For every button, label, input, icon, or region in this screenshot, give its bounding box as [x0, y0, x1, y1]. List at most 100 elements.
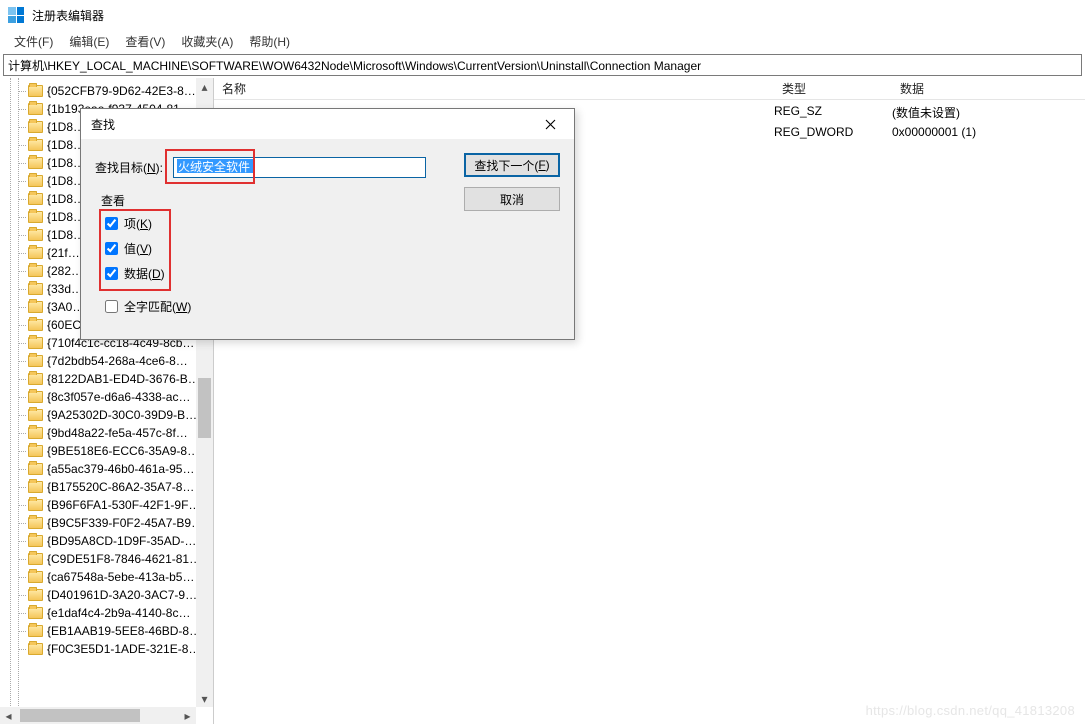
- tree-item-label: {e1daf4c4-2b9a-4140-8c…: [47, 606, 190, 620]
- folder-icon: [28, 589, 43, 601]
- folder-icon: [28, 139, 43, 151]
- cell-data: (数值未设置): [892, 104, 960, 121]
- scroll-down-icon[interactable]: ▾: [196, 690, 213, 707]
- tree-item[interactable]: {8122DAB1-ED4D-3676-B…: [0, 370, 213, 388]
- tree-item[interactable]: {9A25302D-30C0-39D9-B…: [0, 406, 213, 424]
- checkbox-whole-word[interactable]: 全字匹配(W): [105, 298, 560, 315]
- folder-icon: [28, 373, 43, 385]
- column-data[interactable]: 数据: [892, 78, 1085, 99]
- folder-icon: [28, 499, 43, 511]
- folder-icon: [28, 553, 43, 565]
- tree-item[interactable]: {9BE518E6-ECC6-35A9-8…: [0, 442, 213, 460]
- tree-item-label: {BD95A8CD-1D9F-35AD-…: [47, 534, 196, 548]
- cell-data: 0x00000001 (1): [892, 125, 976, 139]
- tree-item[interactable]: {BD95A8CD-1D9F-35AD-…: [0, 532, 213, 550]
- tree-item[interactable]: {7d2bdb54-268a-4ce6-8…: [0, 352, 213, 370]
- checkbox-keys[interactable]: 项(K): [105, 215, 560, 232]
- menu-file[interactable]: 文件(F): [6, 31, 61, 52]
- tree-item-label: {052CFB79-9D62-42E3-8…: [47, 84, 196, 98]
- folder-icon: [28, 409, 43, 421]
- tree-item[interactable]: {a55ac379-46b0-461a-95…: [0, 460, 213, 478]
- folder-icon: [28, 211, 43, 223]
- checkbox-data-input[interactable]: [105, 267, 118, 280]
- app-icon: [8, 7, 24, 23]
- folder-icon: [28, 463, 43, 475]
- folder-icon: [28, 445, 43, 457]
- list-header: 名称 类型 数据: [214, 78, 1085, 100]
- checkbox-keys-input[interactable]: [105, 217, 118, 230]
- tree-item[interactable]: {EB1AAB19-5EE8-46BD-8…: [0, 622, 213, 640]
- folder-icon: [28, 355, 43, 367]
- tree-item-label: {21f…: [47, 246, 80, 260]
- close-button[interactable]: [530, 111, 570, 137]
- menu-favorites[interactable]: 收藏夹(A): [173, 31, 241, 52]
- cell-type: REG_SZ: [774, 104, 892, 121]
- folder-icon: [28, 337, 43, 349]
- folder-icon: [28, 157, 43, 169]
- scroll-up-icon[interactable]: ▴: [196, 78, 213, 95]
- folder-icon: [28, 175, 43, 187]
- column-type[interactable]: 类型: [774, 78, 892, 99]
- menu-edit[interactable]: 编辑(E): [61, 31, 117, 52]
- folder-icon: [28, 247, 43, 259]
- scroll-left-icon[interactable]: ◂: [0, 707, 17, 724]
- find-dialog: 查找 查找目标(N): 查找下一个(F) 取消 查看 项(K) 值(V) 数据(…: [80, 108, 575, 340]
- tree-item-label: {B175520C-86A2-35A7-8…: [47, 480, 194, 494]
- find-target-input[interactable]: [173, 157, 426, 178]
- folder-icon: [28, 517, 43, 529]
- folder-icon: [28, 301, 43, 313]
- folder-icon: [28, 427, 43, 439]
- title-bar: 注册表编辑器: [0, 0, 1085, 30]
- tree-item[interactable]: {F0C3E5D1-1ADE-321E-8…: [0, 640, 213, 658]
- dialog-title: 查找: [91, 116, 115, 133]
- tree-item[interactable]: {9bd48a22-fe5a-457c-8f…: [0, 424, 213, 442]
- checkbox-values-input[interactable]: [105, 242, 118, 255]
- tree-item-label: {EB1AAB19-5EE8-46BD-8…: [47, 624, 201, 638]
- folder-icon: [28, 607, 43, 619]
- menu-help[interactable]: 帮助(H): [241, 31, 298, 52]
- menu-view[interactable]: 查看(V): [117, 31, 173, 52]
- tree-item-label: {3A0…: [47, 300, 84, 314]
- tree-item[interactable]: {e1daf4c4-2b9a-4140-8c…: [0, 604, 213, 622]
- tree-item-label: {D401961D-3A20-3AC7-9…: [47, 588, 197, 602]
- checkbox-data[interactable]: 数据(D): [105, 265, 560, 282]
- tree-item[interactable]: {052CFB79-9D62-42E3-8…: [0, 82, 213, 100]
- tree-item-label: {9bd48a22-fe5a-457c-8f…: [47, 426, 188, 440]
- cancel-button[interactable]: 取消: [464, 187, 560, 211]
- tree-item-label: {9BE518E6-ECC6-35A9-8…: [47, 444, 199, 458]
- address-bar[interactable]: 计算机\HKEY_LOCAL_MACHINE\SOFTWARE\WOW6432N…: [3, 54, 1082, 76]
- find-next-button[interactable]: 查找下一个(F): [464, 153, 560, 177]
- checkbox-values[interactable]: 值(V): [105, 240, 560, 257]
- column-name[interactable]: 名称: [214, 78, 774, 99]
- tree-item-label: {9A25302D-30C0-39D9-B…: [47, 408, 197, 422]
- folder-icon: [28, 265, 43, 277]
- tree-item-label: {282…: [47, 264, 83, 278]
- tree-item-label: {ca67548a-5ebe-413a-b5…: [47, 570, 194, 584]
- folder-icon: [28, 193, 43, 205]
- folder-icon: [28, 103, 43, 115]
- folder-icon: [28, 319, 43, 331]
- find-target-field[interactable]: [177, 159, 253, 173]
- scroll-thumb[interactable]: [198, 378, 211, 438]
- tree-item-label: {8c3f057e-d6a6-4338-ac…: [47, 390, 190, 404]
- tree-item[interactable]: {8c3f057e-d6a6-4338-ac…: [0, 388, 213, 406]
- cell-type: REG_DWORD: [774, 125, 892, 139]
- tree-item-label: {7d2bdb54-268a-4ce6-8…: [47, 354, 188, 368]
- checkbox-whole-word-input[interactable]: [105, 300, 118, 313]
- tree-item-label: {8122DAB1-ED4D-3676-B…: [47, 372, 200, 386]
- scroll-right-icon[interactable]: ▸: [179, 707, 196, 724]
- scroll-thumb[interactable]: [20, 709, 140, 722]
- tree-item[interactable]: {B175520C-86A2-35A7-8…: [0, 478, 213, 496]
- tree-item[interactable]: {B9C5F339-F0F2-45A7-B9…: [0, 514, 213, 532]
- tree-item[interactable]: {ca67548a-5ebe-413a-b5…: [0, 568, 213, 586]
- window-title: 注册表编辑器: [32, 7, 104, 24]
- tree-item[interactable]: {C9DE51F8-7846-4621-81…: [0, 550, 213, 568]
- tree-item-label: {F0C3E5D1-1ADE-321E-8…: [47, 642, 200, 656]
- tree-horizontal-scrollbar[interactable]: ◂ ▸: [0, 707, 196, 724]
- folder-icon: [28, 535, 43, 547]
- menu-bar: 文件(F) 编辑(E) 查看(V) 收藏夹(A) 帮助(H): [0, 30, 1085, 52]
- tree-item[interactable]: {B96F6FA1-530F-42F1-9F…: [0, 496, 213, 514]
- tree-item-label: {a55ac379-46b0-461a-95…: [47, 462, 194, 476]
- tree-item[interactable]: {D401961D-3A20-3AC7-9…: [0, 586, 213, 604]
- dialog-titlebar[interactable]: 查找: [81, 109, 574, 139]
